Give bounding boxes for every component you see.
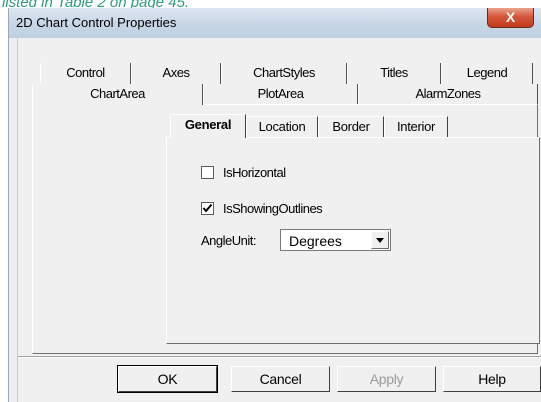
ok-button[interactable]: OK <box>117 365 218 393</box>
button-separator <box>18 356 541 358</box>
cancel-button-label: Cancel <box>259 371 302 387</box>
ok-button-label: OK <box>157 371 178 387</box>
apply-button-label: Apply <box>369 371 404 387</box>
chevron-down-icon[interactable] <box>371 231 389 249</box>
apply-button[interactable]: Apply <box>337 366 436 392</box>
tab-chart-styles[interactable]: ChartStyles <box>221 63 347 84</box>
window-title: 2D Chart Control Properties <box>16 15 177 30</box>
tab-plot-area[interactable]: PlotArea <box>203 84 358 105</box>
tab-titles[interactable]: Titles <box>347 63 441 84</box>
is-horizontal-label: IsHorizontal <box>223 165 286 180</box>
tab-axes[interactable]: Axes <box>131 63 221 84</box>
angle-unit-value: Degrees <box>289 233 342 249</box>
subtab-general[interactable]: General <box>170 114 246 138</box>
tab-control[interactable]: Control <box>40 63 131 84</box>
is-showing-outlines-label: IsShowingOutlines <box>223 201 323 216</box>
angle-unit-dropdown[interactable]: Degrees <box>280 229 391 251</box>
is-horizontal-checkbox[interactable] <box>201 166 214 179</box>
cancel-button[interactable]: Cancel <box>231 366 330 392</box>
tab-alarm-zones[interactable]: AlarmZones <box>358 84 538 105</box>
close-icon: X <box>505 9 516 25</box>
close-button[interactable]: X <box>487 8 534 28</box>
is-showing-outlines-checkbox[interactable] <box>201 202 214 215</box>
tab-chart-area[interactable]: ChartArea <box>32 84 203 105</box>
is-horizontal-row[interactable]: IsHorizontal <box>201 165 286 180</box>
help-button[interactable]: Help <box>443 366 541 392</box>
subtab-interior[interactable]: Interior <box>384 116 448 137</box>
checkmark-icon <box>202 203 213 213</box>
angle-unit-label: AngleUnit: <box>201 233 256 248</box>
tab-legend[interactable]: Legend <box>441 63 533 84</box>
is-showing-outlines-row[interactable]: IsShowingOutlines <box>201 201 323 216</box>
help-button-label: Help <box>478 371 506 387</box>
subtab-location[interactable]: Location <box>246 116 318 137</box>
title-bar[interactable]: 2D Chart Control Properties X <box>9 8 541 38</box>
subtab-border[interactable]: Border <box>318 116 384 137</box>
